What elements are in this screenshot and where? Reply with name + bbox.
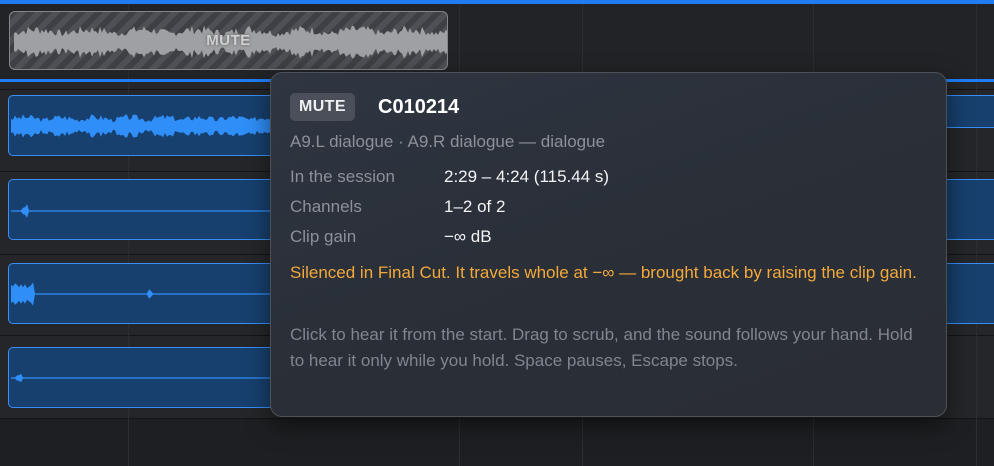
clip-info-tooltip: MUTE C010214 A9.L dialogue · A9.R dialog… [270, 72, 947, 417]
waveform [11, 373, 297, 383]
info-label-clip-gain: Clip gain [290, 227, 357, 246]
clip-name: C010214 [378, 96, 460, 118]
audio-clip[interactable] [8, 347, 298, 408]
audio-clip[interactable] [8, 179, 298, 240]
waveform [11, 282, 297, 306]
audio-clip[interactable] [8, 95, 298, 156]
waveform [11, 114, 297, 138]
muted-audio-clip[interactable]: MUTE [9, 11, 448, 70]
audio-clip[interactable] [8, 263, 298, 324]
mute-warning: Silenced in Final Cut. It travels whole … [290, 263, 917, 282]
lane-divider [0, 418, 994, 419]
track-lane [0, 418, 994, 466]
info-label-session: In the session [290, 167, 395, 186]
mute-badge: MUTE [290, 93, 355, 121]
info-value-session: 2:29 – 4:24 (115.44 s) [444, 167, 610, 186]
info-value-channels: 1–2 of 2 [444, 197, 506, 216]
info-label-channels: Channels [290, 197, 362, 216]
info-value-clip-gain: −∞ dB [444, 227, 492, 246]
mute-label: MUTE [206, 32, 251, 49]
clip-roles: A9.L dialogue · A9.R dialogue — dialogue [290, 132, 606, 151]
playback-help: Click to hear it from the start. Drag to… [290, 325, 913, 370]
waveform [11, 204, 297, 218]
